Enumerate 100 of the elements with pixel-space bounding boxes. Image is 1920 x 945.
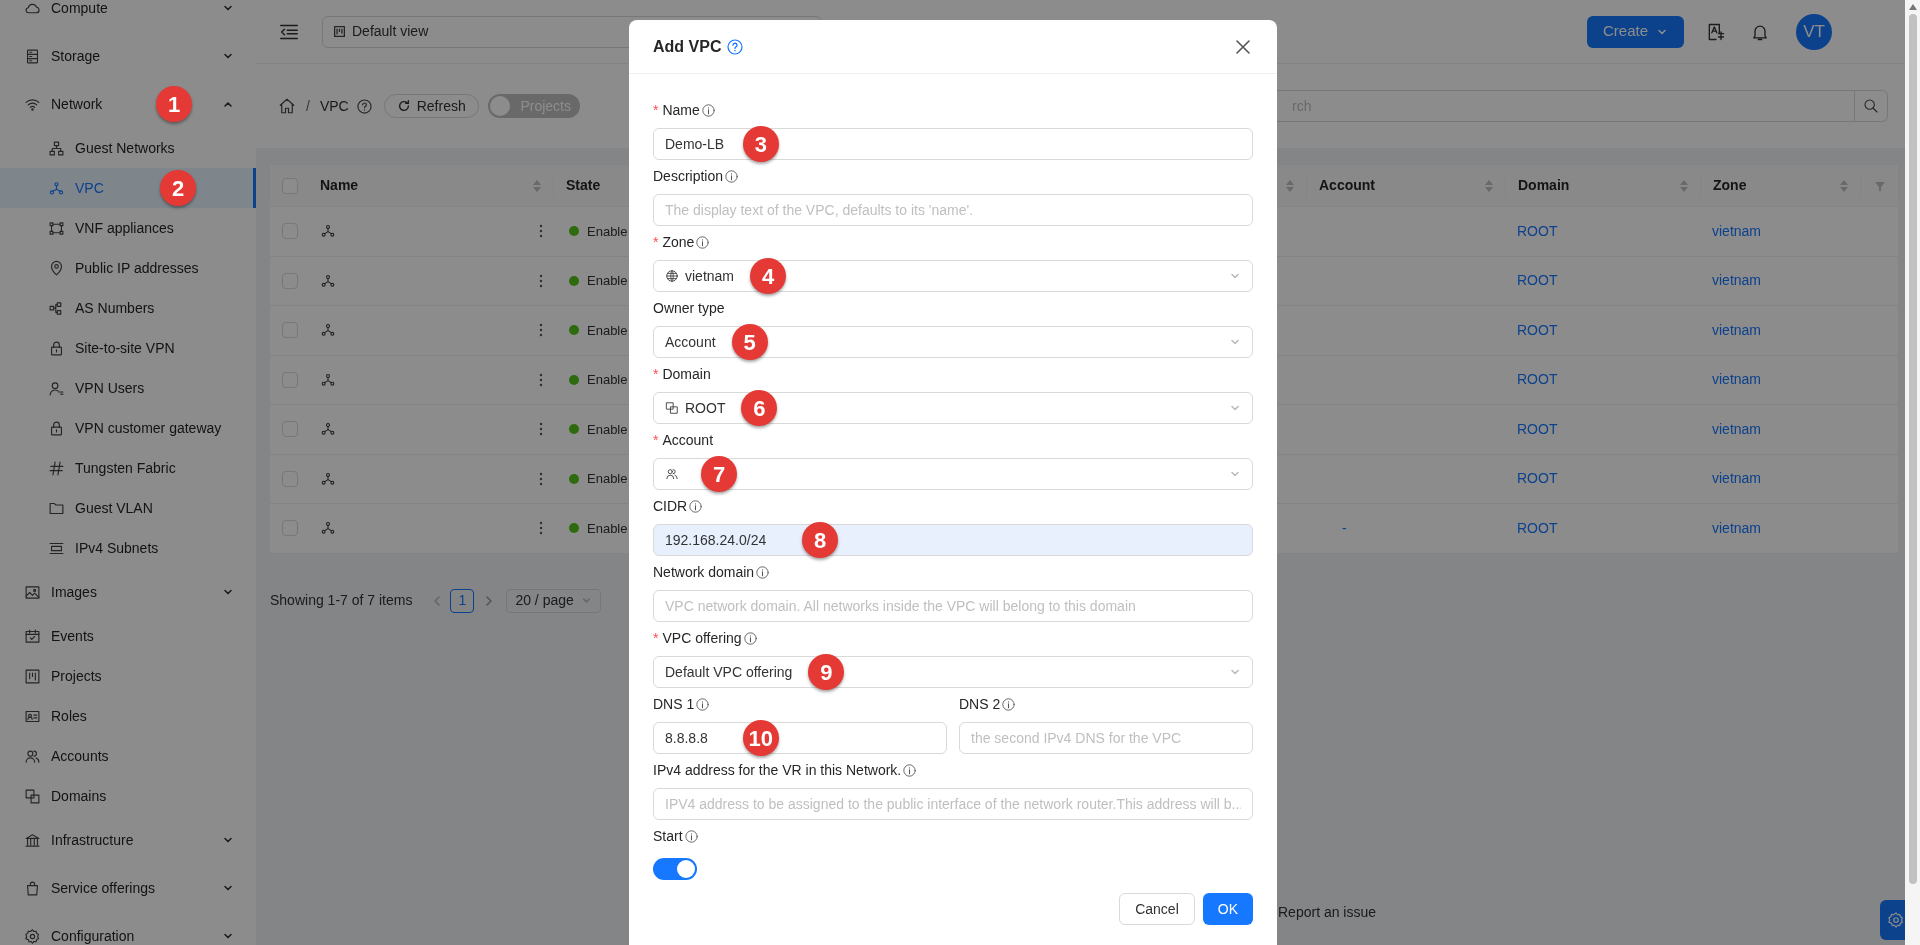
status-text: Enable [587,470,628,488]
menu-item[interactable]: IPv4 Subnets [0,528,256,568]
step-number-badge: 7 [701,456,737,492]
column-header[interactable]: Domain [1518,175,1570,196]
menu-item[interactable]: Storage [0,36,256,76]
select-field[interactable]: vietnam 4 [653,260,1253,292]
input-field[interactable]: The display text of the VPC, defaults to its 'name'. [653,194,1253,226]
menu-item[interactable]: VPN Users [0,368,256,408]
sort-icon [1680,178,1688,193]
field-label: Start [653,826,683,846]
menu-item[interactable]: Events [0,616,256,656]
step-number-badge: 9 [808,654,845,690]
scroll-up-arrow-icon[interactable] [1908,4,1917,10]
step-number-badge: 6 [741,390,778,426]
more-options-icon[interactable] [539,471,543,486]
menu-item[interactable]: Compute [0,0,256,28]
zone-link[interactable]: vietnam [1712,519,1762,536]
column-header[interactable]: Account [1319,175,1375,196]
menu-item[interactable]: Domains [0,776,256,816]
zone-link[interactable]: vietnam [1712,272,1762,289]
breadcrumb-current: VPC [319,96,349,116]
search-icon [1863,98,1879,114]
more-options-icon[interactable] [539,323,543,338]
search-button[interactable] [1855,90,1888,122]
domain-link[interactable]: ROOT [1517,321,1558,338]
translate-icon[interactable] [1706,21,1726,42]
copy-icon [665,401,679,415]
menu-item[interactable]: Guest Networks [0,128,256,168]
help-icon[interactable] [356,98,372,114]
menu-item[interactable]: VPC 2 [0,168,256,208]
step-number-badge: 5 [731,324,768,360]
zone-link[interactable]: vietnam [1712,321,1762,338]
menu-item[interactable]: Projects [0,656,256,696]
network-nodes-icon [320,371,336,388]
menu-item[interactable]: VPN customer gateway [0,408,256,448]
page-button[interactable]: 1 [450,588,475,613]
menu-item[interactable]: Roles [0,696,256,736]
account-link[interactable]: - [1342,519,1347,536]
status-text: Enable [587,420,628,439]
domain-link[interactable]: ROOT [1517,420,1558,437]
menu-item[interactable]: Service offerings [0,868,256,908]
ok-button[interactable]: OK [1202,893,1253,925]
menu-item[interactable]: VNF appliances [0,208,256,248]
select-field[interactable]: ROOT 6 [653,392,1253,424]
user-avatar[interactable]: VT [1796,13,1832,50]
zone-link[interactable]: vietnam [1712,420,1762,437]
select-field[interactable]: Account 5 [653,326,1253,358]
zone-link[interactable]: vietnam [1712,470,1762,487]
scrollbar[interactable] [1905,0,1920,945]
menu-item[interactable]: Accounts [0,736,256,776]
sort-icon [1840,178,1848,193]
cancel-button[interactable]: Cancel [1119,893,1195,925]
help-icon[interactable] [727,38,744,55]
menu-item[interactable]: Guest VLAN [0,488,256,528]
more-options-icon[interactable] [539,521,543,536]
menu-item[interactable]: Images [0,572,256,612]
hierarchy-icon [48,139,65,157]
menu-item[interactable]: Configuration [0,916,256,945]
chevron-down-icon [581,595,593,606]
menu-item[interactable]: Tungsten Fabric [0,448,256,488]
menu-item[interactable]: Infrastructure [0,820,256,860]
pagination-summary: Showing 1-7 of 7 items [270,591,413,610]
zone-link[interactable]: vietnam [1712,222,1762,239]
select-field[interactable]: Default VPC offering 9 [653,656,1253,688]
input-field[interactable]: the second IPv4 DNS for the VPC [959,722,1253,754]
domain-link[interactable]: ROOT [1517,222,1558,239]
input-field[interactable]: VPC network domain. All networks inside the VPC will belong to this domain [653,590,1253,622]
start-switch[interactable] [653,858,697,880]
more-options-icon[interactable] [539,273,543,288]
field-label: CIDR [653,496,688,516]
user-icon [48,379,65,397]
create-button[interactable]: Create [1586,15,1684,48]
domain-link[interactable]: ROOT [1517,272,1558,289]
menu-item[interactable]: Site-to-site VPN [0,328,256,368]
menu-item[interactable]: Public IP addresses [0,248,256,288]
calendar-icon [24,627,41,645]
settings-button[interactable] [1880,900,1905,940]
field-label: Zone [662,232,695,252]
domain-link[interactable]: ROOT [1517,371,1558,388]
more-options-icon[interactable] [539,224,543,239]
input-field[interactable]: IPV4 address to be assigned to the public interface of the network router.This address will b... [653,788,1253,820]
zone-link[interactable]: vietnam [1712,371,1762,388]
domain-link[interactable]: ROOT [1517,470,1558,487]
menu-item[interactable]: Network 1 [0,84,256,124]
column-header[interactable]: Zone [1713,175,1747,196]
page-size-select[interactable]: 20 / page [506,588,602,613]
column-header[interactable]: Name [320,175,359,196]
more-options-icon[interactable] [539,422,543,437]
network-nodes-icon [48,179,65,197]
select-field[interactable]: 7 [653,458,1253,490]
domain-link[interactable]: ROOT [1517,519,1558,536]
home-icon[interactable] [278,97,296,115]
menu-item[interactable]: AS Numbers [0,288,256,328]
field-label: Account [662,430,714,450]
status-text: Enable [587,272,628,290]
settings-icon [24,927,41,945]
next-page-icon[interactable] [484,595,495,606]
column-header[interactable]: State [566,175,601,196]
report-issue-link[interactable]: Report an issue [1278,902,1377,923]
more-options-icon[interactable] [539,372,543,387]
